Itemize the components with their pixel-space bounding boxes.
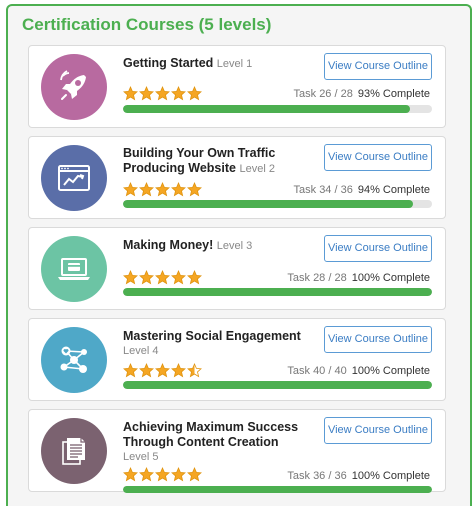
view-course-outline-button[interactable]: View Course Outline bbox=[324, 417, 432, 444]
star-full-icon bbox=[123, 182, 138, 197]
star-full-icon bbox=[187, 270, 202, 285]
course-level: Level 3 bbox=[216, 240, 253, 252]
task-progress-text: Task 26 / 28 93% Complete bbox=[293, 88, 430, 100]
star-full-icon bbox=[171, 182, 186, 197]
social-network-icon bbox=[60, 346, 87, 373]
certification-panel: Certification Courses (5 levels) Getting… bbox=[6, 4, 472, 506]
course-badge bbox=[41, 54, 107, 120]
star-half-icon bbox=[187, 363, 202, 378]
course-title: Getting Started Level 1 bbox=[123, 56, 253, 70]
star-full-icon bbox=[155, 182, 170, 197]
star-full-icon bbox=[155, 270, 170, 285]
star-full-icon bbox=[139, 182, 154, 197]
star-full-icon bbox=[171, 270, 186, 285]
progress-bar bbox=[123, 486, 432, 493]
star-full-icon bbox=[171, 467, 186, 482]
course-title: Achieving Maximum Success Through Conten… bbox=[123, 420, 313, 465]
progress-bar bbox=[123, 288, 432, 296]
browser-chart-icon bbox=[58, 165, 90, 191]
rating-stars bbox=[123, 86, 202, 101]
view-course-outline-button[interactable]: View Course Outline bbox=[324, 326, 432, 353]
star-full-icon bbox=[187, 86, 202, 101]
progress-bar bbox=[123, 200, 432, 208]
documents-icon bbox=[62, 438, 85, 465]
star-full-icon bbox=[123, 467, 138, 482]
rating-stars bbox=[123, 363, 202, 378]
star-full-icon bbox=[171, 86, 186, 101]
star-full-icon bbox=[139, 363, 154, 378]
view-course-outline-button[interactable]: View Course Outline bbox=[324, 53, 432, 80]
progress-bar bbox=[123, 381, 432, 389]
star-full-icon bbox=[139, 86, 154, 101]
task-progress-text: Task 40 / 40 100% Complete bbox=[287, 365, 430, 377]
course-card-level-3: Making Money! Level 3 View Course Outlin… bbox=[28, 227, 446, 310]
rating-stars bbox=[123, 467, 202, 482]
panel-title: Certification Courses (5 levels) bbox=[22, 15, 272, 34]
task-progress-text: Task 34 / 36 94% Complete bbox=[293, 184, 430, 196]
star-full-icon bbox=[155, 86, 170, 101]
view-course-outline-button[interactable]: View Course Outline bbox=[324, 144, 432, 171]
course-card-level-2: Building Your Own Traffic Producing Webs… bbox=[28, 136, 446, 219]
course-badge bbox=[41, 145, 107, 211]
progress-fill bbox=[123, 381, 432, 389]
progress-fill bbox=[123, 486, 432, 493]
star-full-icon bbox=[123, 86, 138, 101]
course-card-level-4: Mastering Social Engagement Level 4 View… bbox=[28, 318, 446, 401]
progress-fill bbox=[123, 200, 414, 208]
star-full-icon bbox=[139, 270, 154, 285]
course-badge bbox=[41, 418, 107, 484]
star-full-icon bbox=[155, 467, 170, 482]
course-level: Level 1 bbox=[216, 58, 253, 70]
task-progress-text: Task 36 / 36 100% Complete bbox=[287, 470, 430, 482]
star-full-icon bbox=[155, 363, 170, 378]
star-full-icon bbox=[139, 467, 154, 482]
star-full-icon bbox=[123, 270, 138, 285]
laptop-card-icon bbox=[58, 258, 90, 280]
rating-stars bbox=[123, 182, 202, 197]
rating-stars bbox=[123, 270, 202, 285]
course-title: Building Your Own Traffic Producing Webs… bbox=[123, 146, 276, 175]
course-level: Level 5 bbox=[123, 451, 159, 463]
rocket-icon bbox=[60, 70, 86, 100]
course-level: Level 2 bbox=[239, 163, 275, 175]
star-full-icon bbox=[171, 363, 186, 378]
task-progress-text: Task 28 / 28 100% Complete bbox=[287, 272, 430, 284]
course-title: Mastering Social Engagement Level 4 bbox=[123, 329, 313, 359]
progress-fill bbox=[123, 288, 432, 296]
course-card-level-1: Getting Started Level 1 View Course Outl… bbox=[28, 45, 446, 128]
course-badge bbox=[41, 327, 107, 393]
course-title: Making Money! Level 3 bbox=[123, 238, 253, 252]
course-level: Level 4 bbox=[123, 345, 159, 357]
star-full-icon bbox=[123, 363, 138, 378]
progress-bar bbox=[123, 105, 432, 113]
star-full-icon bbox=[187, 467, 202, 482]
progress-fill bbox=[123, 105, 411, 113]
view-course-outline-button[interactable]: View Course Outline bbox=[324, 235, 432, 262]
course-card-level-5: Achieving Maximum Success Through Conten… bbox=[28, 409, 446, 493]
star-full-icon bbox=[187, 182, 202, 197]
course-badge bbox=[41, 236, 107, 302]
